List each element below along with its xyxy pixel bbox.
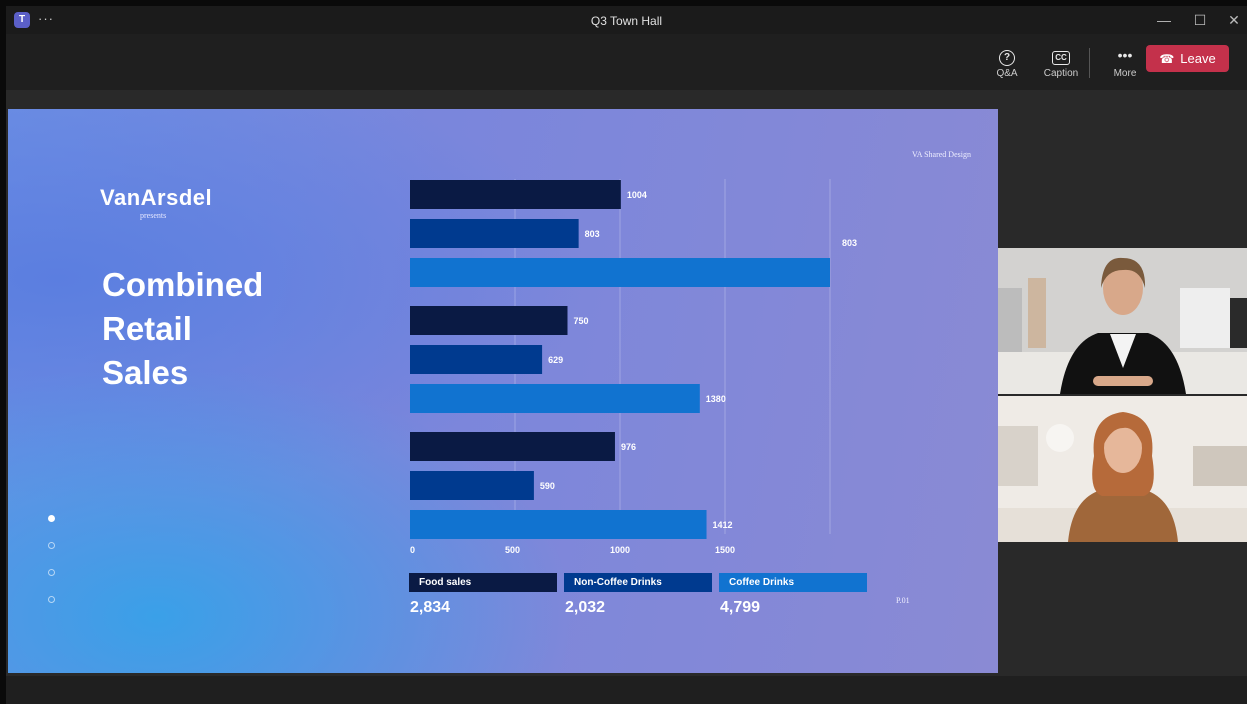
total-coffee-drinks: 4,799 (720, 599, 761, 616)
maximize-button[interactable]: ☐ (1182, 6, 1218, 34)
video-tile-1[interactable] (998, 248, 1247, 394)
qa-icon: ? (997, 46, 1017, 66)
qa-label: Q&A (996, 68, 1018, 79)
bar-g3-coffee-drinks (410, 510, 707, 539)
participant-1-video (998, 248, 1247, 394)
x-tick-label: 1000 (610, 545, 630, 555)
leave-button[interactable]: ☎ Leave (1146, 45, 1229, 72)
caption-label: Caption (1043, 68, 1079, 79)
bar-g3-food-sales (410, 432, 615, 461)
meeting-toolbar: ? Q&A CC Caption ••• More (6, 34, 1247, 90)
legend-coffee-drinks: Coffee Drinks (719, 573, 867, 592)
legend-non-coffee-drinks: Non-Coffee Drinks (564, 573, 712, 592)
x-tick-label: 0 (410, 545, 415, 555)
bar-g2-coffee-drinks (410, 384, 700, 413)
caption-button[interactable]: CC Caption (1036, 46, 1086, 79)
window-title: Q3 Town Hall (590, 14, 663, 28)
bar-value-label: 976 (621, 442, 636, 452)
total-food-sales: 2,834 (410, 599, 451, 616)
bar-g1-food-sales (410, 180, 621, 209)
toolbar-divider (1089, 48, 1090, 78)
bar-g3-non-coffee-drinks (410, 471, 534, 500)
bar-g2-non-coffee-drinks (410, 345, 543, 374)
shared-presentation-slide: VanArsdel presents Combined Retail Sales… (8, 109, 998, 673)
hang-up-icon: ☎ (1159, 52, 1175, 66)
bar-g1-coffee-drinks (410, 258, 830, 287)
more-label: More (1113, 68, 1137, 79)
qa-button[interactable]: ? Q&A (982, 46, 1032, 79)
participant-2-video (998, 396, 1247, 542)
bar-value-label: 803 (842, 238, 857, 248)
caption-icon: CC (1051, 46, 1071, 65)
bar-value-label: 1004 (627, 190, 647, 200)
bar-value-label: 590 (540, 481, 555, 491)
bar-value-label: 750 (574, 316, 589, 326)
close-button[interactable]: ✕ (1216, 6, 1247, 34)
x-tick-label: 1500 (715, 545, 735, 555)
x-tick-label: 500 (505, 545, 520, 555)
bar-value-label: 629 (548, 355, 563, 365)
total-non-coffee-drinks: 2,032 (565, 599, 606, 616)
minimize-button[interactable]: — (1146, 6, 1182, 34)
title-bar: T ··· Q3 Town Hall — ☐ ✕ (6, 6, 1247, 34)
more-icon: ••• (1117, 47, 1133, 63)
bar-value-label: 803 (585, 229, 600, 239)
leave-label: Leave (1180, 51, 1216, 66)
bar-value-label: 1412 (713, 520, 733, 530)
more-button[interactable]: ••• More (1100, 46, 1150, 79)
bar-value-label: 1380 (706, 394, 726, 404)
bar-g1-non-coffee-drinks (410, 219, 579, 248)
video-tile-2[interactable] (998, 396, 1247, 542)
legend-food-sales: Food sales (409, 573, 557, 592)
bar-g2-food-sales (410, 306, 568, 335)
